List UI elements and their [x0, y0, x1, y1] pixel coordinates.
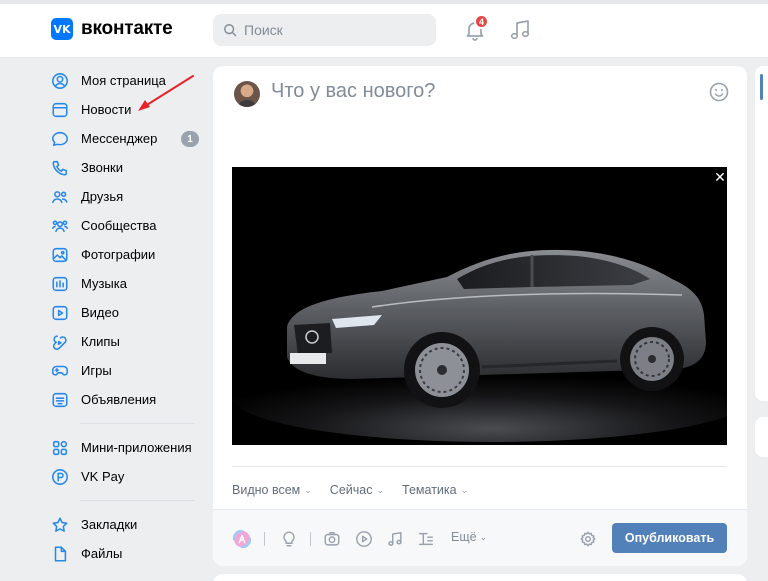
sidebar-item-files[interactable]: Файлы: [50, 539, 205, 568]
sidebar-item-mini-apps[interactable]: Мини-приложения: [50, 433, 205, 462]
sidebar-item-label: Клипы: [81, 334, 120, 349]
right-panel-secondary: [755, 417, 768, 457]
more-dropdown[interactable]: Ещё ⌄: [451, 530, 487, 544]
time-dropdown[interactable]: Сейчас ⌄: [330, 483, 384, 497]
search-input[interactable]: Поиск: [213, 14, 436, 46]
gear-icon[interactable]: [578, 529, 598, 549]
sidebar-item-label: Фотографии: [81, 247, 156, 262]
apps-icon: [50, 438, 70, 458]
sidebar-item-clips[interactable]: Клипы: [50, 327, 205, 356]
music-note-icon[interactable]: [385, 529, 405, 549]
sidebar-item-label: Музыка: [81, 276, 127, 291]
post-composer-card: Что у вас нового? ✕ Видно всем ⌄ Сейчас …: [213, 66, 747, 566]
sidebar-item-games[interactable]: Игры: [50, 356, 205, 385]
vk-logo[interactable]: VK вконтакте: [51, 18, 173, 40]
gamepad-icon: [50, 361, 70, 381]
sidebar-item-vk-pay[interactable]: VK Pay: [50, 462, 205, 491]
news-icon: [50, 100, 70, 120]
friends-icon: [50, 187, 70, 207]
sidebar-item-label: Закладки: [81, 517, 138, 532]
sidebar-divider: [80, 500, 195, 501]
chevron-down-icon: ⌄: [479, 531, 488, 542]
sidebar-item-label: Звонки: [81, 160, 123, 175]
post-settings-row: Видно всем ⌄ Сейчас ⌄ Тематика ⌄: [232, 483, 486, 497]
sidebar-item-label: Игры: [81, 363, 112, 378]
avatar[interactable]: [234, 81, 260, 107]
sidebar-divider: [80, 423, 195, 424]
composer-toolbar: Ещё ⌄ Опубликовать: [213, 509, 747, 566]
sidebar-item-label: Видео: [81, 305, 119, 320]
music-note-icon[interactable]: [509, 18, 531, 42]
post-text-input[interactable]: Что у вас нового?: [271, 80, 435, 103]
meta-divider: [232, 466, 727, 467]
toolbar-separator: [310, 532, 311, 546]
sidebar-item-video[interactable]: Видео: [50, 298, 205, 327]
toolbar-separator: [264, 532, 265, 546]
remove-photo-close-icon[interactable]: ✕: [713, 169, 727, 185]
sidebar-item-ads[interactable]: Объявления: [50, 385, 205, 414]
music-icon: [50, 274, 70, 294]
attached-car-photo[interactable]: [232, 167, 727, 445]
vkpay-icon: [50, 467, 70, 487]
sidebar-item-label: Объявления: [81, 392, 157, 407]
topic-label: Тематика: [402, 483, 457, 497]
sidebar-item-music[interactable]: Музыка: [50, 269, 205, 298]
top-header: VK вконтакте Поиск 4: [0, 0, 768, 58]
sidebar-item-label: Друзья: [81, 189, 124, 204]
visibility-label: Видно всем: [232, 483, 301, 497]
notifications-badge: 4: [474, 14, 490, 29]
next-post-card: [213, 574, 747, 581]
topic-dropdown[interactable]: Тематика ⌄: [402, 483, 468, 497]
idea-icon[interactable]: [279, 529, 299, 549]
search-icon: [224, 24, 237, 37]
phone-icon: [50, 158, 70, 178]
visibility-dropdown[interactable]: Видно всем ⌄: [232, 483, 312, 497]
sidebar-item-photos[interactable]: Фотографии: [50, 240, 205, 269]
video-icon: [50, 303, 70, 323]
sidebar-item-bookmarks[interactable]: Закладки: [50, 510, 205, 539]
vk-logo-icon: VK: [51, 18, 73, 40]
sidebar-item-label: Новости: [81, 102, 132, 117]
ads-icon: [50, 390, 70, 410]
sidebar-item-messenger[interactable]: Мессенджер 1: [50, 124, 205, 153]
chevron-down-icon: ⌄: [304, 484, 312, 495]
right-panel: [755, 66, 768, 401]
right-panel-active-indicator: [760, 74, 763, 100]
chevron-down-icon: ⌄: [460, 484, 469, 495]
search-placeholder: Поиск: [244, 22, 283, 38]
emoji-icon[interactable]: [708, 81, 730, 103]
communities-icon: [50, 216, 70, 236]
sidebar-item-label: Мини-приложения: [81, 440, 192, 455]
camera-icon[interactable]: [322, 529, 342, 549]
color-background-icon[interactable]: [232, 529, 252, 549]
article-icon[interactable]: [416, 529, 436, 549]
file-icon: [50, 544, 70, 564]
red-arrow-annotation: [138, 75, 194, 111]
sidebar-item-communities[interactable]: Сообщества: [50, 211, 205, 240]
chevron-down-icon: ⌄: [376, 484, 385, 495]
star-icon: [50, 515, 70, 535]
car-image: [232, 167, 727, 445]
sidebar-item-friends[interactable]: Друзья: [50, 182, 205, 211]
sidebar-item-label: VK Pay: [81, 469, 125, 484]
photo-icon: [50, 245, 70, 265]
messenger-count-badge: 1: [181, 131, 199, 147]
logo-text: вконтакте: [81, 18, 173, 39]
more-label: Ещё: [451, 530, 477, 544]
clips-icon: [50, 332, 70, 352]
video-play-icon[interactable]: [354, 529, 374, 549]
publish-button[interactable]: Опубликовать: [612, 523, 727, 553]
sidebar-item-label: Сообщества: [81, 218, 157, 233]
user-circle-icon: [50, 71, 70, 91]
sidebar-item-calls[interactable]: Звонки: [50, 153, 205, 182]
left-sidebar: Моя страница Новости Мессенджер 1 Звонки…: [50, 66, 205, 568]
message-icon: [50, 129, 70, 149]
sidebar-item-label: Мессенджер: [81, 131, 158, 146]
sidebar-item-label: Файлы: [81, 546, 123, 561]
time-label: Сейчас: [329, 483, 373, 497]
